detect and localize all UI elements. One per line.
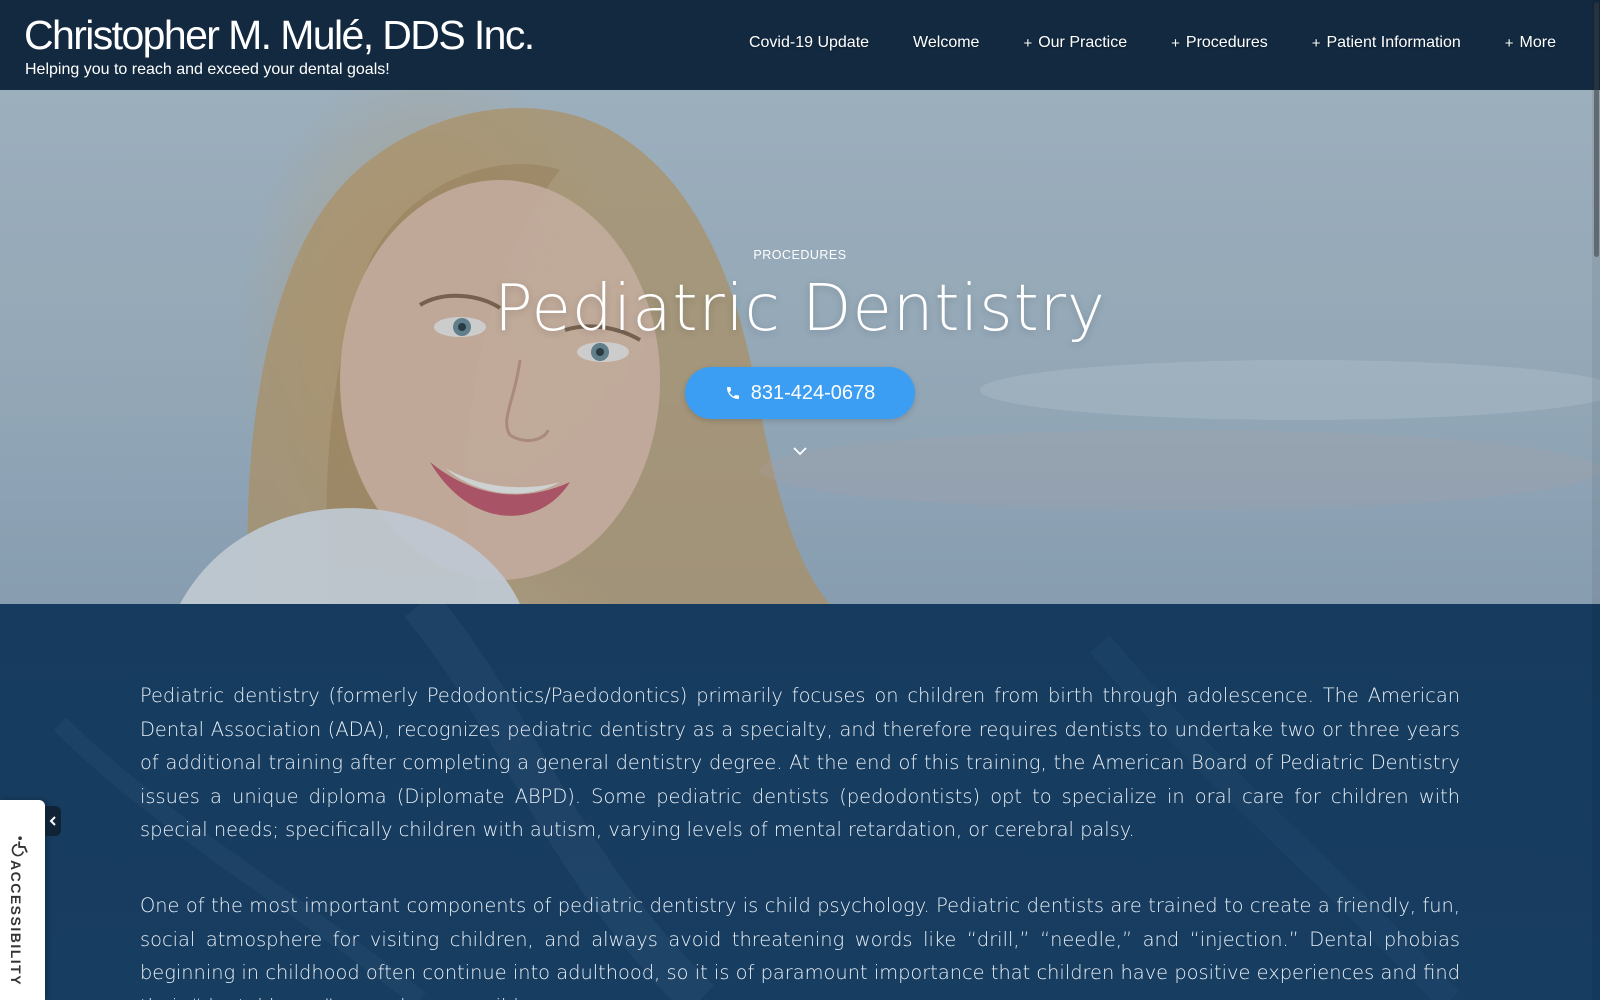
chevron-left-icon [49, 816, 56, 826]
page-title: Pediatric Dentistry [494, 272, 1106, 346]
hero-eyebrow: PROCEDURES [753, 248, 847, 262]
site-title[interactable]: Christopher M. Mulé, DDS Inc. [24, 12, 535, 59]
nav-item-label: Patient Information [1326, 34, 1461, 51]
hero-overlay [0, 90, 1600, 604]
wheelchair-icon [11, 836, 28, 857]
content-paragraph: One of the most important components of … [140, 894, 1460, 1000]
plus-icon: + [1023, 34, 1033, 52]
nav-item-covid[interactable]: Covid-19 Update [749, 34, 869, 52]
scrollbar-thumb[interactable] [1594, 2, 1599, 257]
nav-item-label: Procedures [1185, 34, 1268, 51]
plus-icon: + [1311, 34, 1321, 52]
nav-item-label: Welcome [913, 34, 980, 51]
nav-item-label: More [1519, 34, 1556, 51]
phone-icon [726, 387, 739, 399]
nav-item-procedures[interactable]: + Procedures [1171, 34, 1268, 52]
accessibility-label: ACCESSIBILITY [8, 860, 24, 987]
plus-icon: + [1504, 34, 1514, 52]
main-nav: Covid-19 Update Welcome + Our Practice +… [705, 34, 1556, 52]
site-tagline: Helping you to reach and exceed your den… [25, 61, 390, 78]
hero-banner: PROCEDURES Pediatric Dentistry 831-424-0… [0, 90, 1600, 604]
nav-item-label: Covid-19 Update [748, 34, 870, 51]
accessibility-tab[interactable]: ACCESSIBILITY [0, 800, 45, 1000]
nav-item-our-practice[interactable]: + Our Practice [1023, 34, 1127, 52]
accessibility-collapse-toggle[interactable] [45, 806, 61, 836]
plus-icon: + [1171, 34, 1180, 52]
nav-item-patient-information[interactable]: + Patient Information [1312, 34, 1461, 52]
content-paragraph: Pediatric dentistry (formerly Pedodontic… [140, 684, 1460, 842]
call-button[interactable]: 831-424-0678 [685, 367, 915, 419]
phone-number: 831-424-0678 [750, 381, 876, 404]
page-scrollbar[interactable] [1592, 0, 1600, 1000]
content-section: Pediatric dentistry (formerly Pedodontic… [0, 604, 1600, 1000]
nav-item-more[interactable]: + More [1505, 34, 1556, 52]
site-header: Christopher M. Mulé, DDS Inc. Helping yo… [0, 0, 1600, 90]
nav-item-welcome[interactable]: Welcome [913, 34, 979, 52]
chevron-down-icon[interactable] [792, 445, 808, 457]
nav-item-label: Our Practice [1038, 34, 1128, 51]
